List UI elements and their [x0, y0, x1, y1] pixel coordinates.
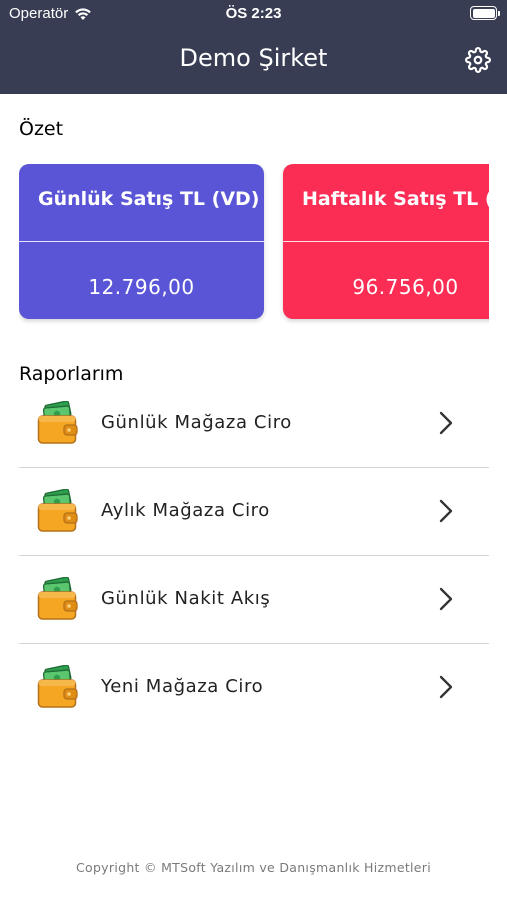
report-item-daily-store-revenue[interactable]: Günlük Mağaza Ciro	[19, 380, 489, 468]
top-bar: Operatör ÖS 2:23 Demo Şirket	[0, 0, 507, 94]
report-label: Günlük Mağaza Ciro	[101, 412, 292, 433]
status-time: ÖS 2:23	[225, 5, 282, 22]
report-item-daily-cash-flow[interactable]: Günlük Nakit Akış	[19, 556, 489, 644]
wallet-money-icon	[37, 401, 78, 444]
copyright-footer: Copyright © MTSoft Yazılım ve Danışmanlı…	[75, 860, 432, 875]
wallet-money-icon	[37, 665, 78, 708]
chevron-right-icon	[439, 587, 453, 611]
report-label: Aylık Mağaza Ciro	[101, 500, 270, 521]
summary-section-title: Özet	[19, 118, 64, 140]
wallet-money-icon	[37, 577, 78, 620]
report-label: Günlük Nakit Akış	[101, 588, 271, 609]
navbar: Demo Şirket	[0, 28, 507, 94]
card-weekly-sales[interactable]: Haftalık Satış TL (VD) 96.756,00	[283, 164, 489, 319]
wallet-money-icon	[37, 489, 78, 532]
report-item-monthly-store-revenue[interactable]: Aylık Mağaza Ciro	[19, 468, 489, 556]
battery-icon	[470, 6, 500, 20]
report-label: Yeni Mağaza Ciro	[101, 676, 264, 697]
card-daily-sales[interactable]: Günlük Satış TL (VD) 12.796,00	[19, 164, 264, 319]
chevron-right-icon	[439, 411, 453, 435]
status-bar: Operatör ÖS 2:23	[0, 0, 507, 28]
card-value: 96.756,00	[352, 275, 459, 299]
report-item-new-store-revenue[interactable]: Yeni Mağaza Ciro	[19, 644, 489, 732]
gear-icon[interactable]	[465, 47, 491, 73]
chevron-right-icon	[439, 675, 453, 699]
page-title: Demo Şirket	[179, 44, 328, 72]
chevron-right-icon	[439, 499, 453, 523]
card-value: 12.796,00	[88, 275, 195, 299]
summary-cards: Günlük Satış TL (VD) 12.796,00 Haftalık …	[19, 164, 489, 324]
card-title: Günlük Satış TL (VD)	[38, 188, 260, 210]
reports-list: Günlük Mağaza Ciro Aylık Mağaza Ciro Gün…	[19, 380, 489, 732]
card-title: Haftalık Satış TL (VD)	[302, 188, 489, 210]
